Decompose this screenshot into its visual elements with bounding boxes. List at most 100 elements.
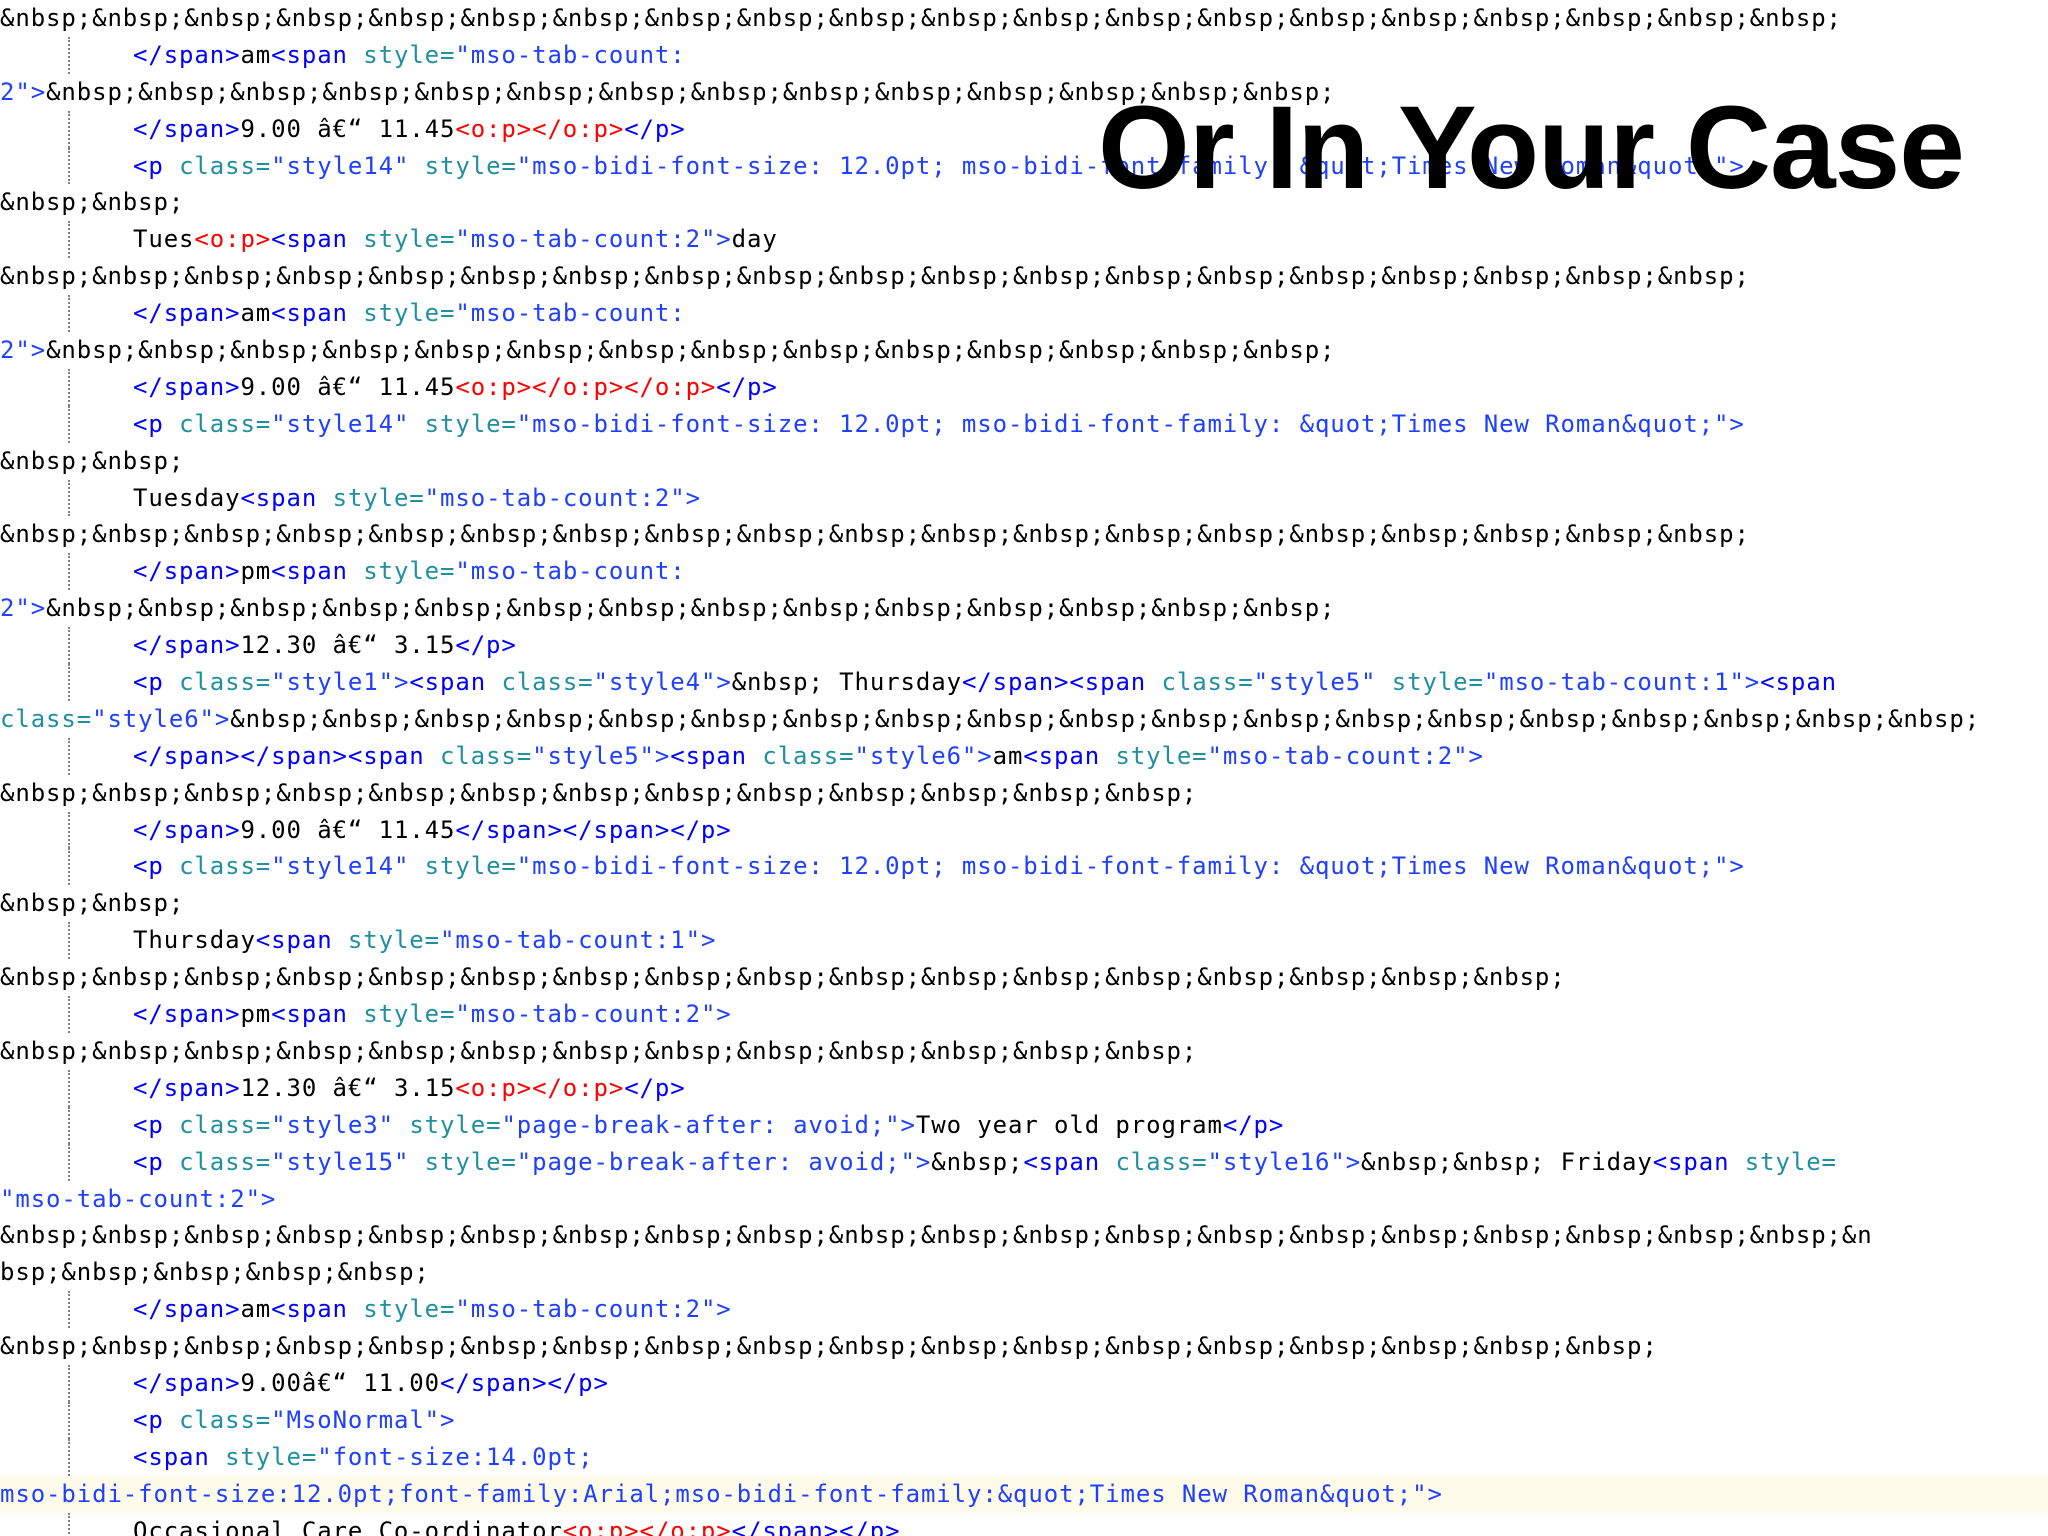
code-line[interactable]: </span>am<span style="mso-tab-count:2"> (0, 1291, 2048, 1329)
code-token: </p> (716, 372, 778, 401)
code-line-text: 2">&nbsp;&nbsp;&nbsp;&nbsp;&nbsp;&nbsp;&… (0, 336, 1335, 364)
code-line[interactable]: &nbsp;&nbsp;&nbsp;&nbsp;&nbsp;&nbsp;&nbs… (0, 258, 2048, 295)
code-token: "mso-bidi-font-size: 12.0pt; mso-bidi-fo… (516, 852, 1745, 881)
code-line[interactable]: </span>12.30 â€“ 3.15<o:p></o:p></p> (0, 1069, 2048, 1107)
code-token: class= (1161, 668, 1254, 697)
code-line[interactable]: &nbsp;&nbsp;&nbsp;&nbsp;&nbsp;&nbsp;&nbs… (0, 959, 2048, 996)
code-line-text: </span></span><span class="style5"><span… (0, 742, 1484, 770)
code-token: </span> (133, 372, 241, 401)
code-token: 2"> (0, 336, 47, 365)
code-token: </span> (133, 114, 241, 143)
code-line-text: </span>9.00â€“ 11.00</span></p> (0, 1369, 609, 1397)
indent-guide (68, 848, 70, 886)
code-token: 9.00 â€“ 11.45 (240, 114, 456, 143)
code-token: &nbsp;&nbsp;&nbsp;&nbsp;&nbsp;&nbsp;&nbs… (0, 1221, 1873, 1250)
code-line-text: </span>12.30 â€“ 3.15</p> (0, 631, 517, 659)
code-token: style= (363, 299, 456, 328)
code-line-current[interactable]: mso-bidi-font-size:12.0pt;font-family:Ar… (0, 1475, 2048, 1513)
code-token: &nbsp;&nbsp; Friday (1361, 1147, 1653, 1176)
code-token: class= (179, 668, 272, 697)
code-token: style= (409, 1110, 502, 1139)
code-token: &nbsp;&nbsp;&nbsp;&nbsp;&nbsp;&nbsp;&nbs… (0, 963, 1566, 992)
indent-guide (68, 147, 70, 185)
code-line[interactable]: 2">&nbsp;&nbsp;&nbsp;&nbsp;&nbsp;&nbsp;&… (0, 332, 2048, 369)
code-line[interactable]: </span>am<span style="mso-tab-count: (0, 295, 2048, 333)
code-line-text: &nbsp;&nbsp;&nbsp;&nbsp;&nbsp;&nbsp;&nbs… (0, 779, 1197, 807)
indent-guide (68, 1143, 70, 1181)
code-token: <span (271, 1295, 364, 1324)
code-line[interactable]: </span>pm<span style="mso-tab-count: (0, 553, 2048, 591)
code-line[interactable]: class="style6">&nbsp;&nbsp;&nbsp;&nbsp;&… (0, 701, 2048, 738)
code-line-text: <span style="font-size:14.0pt; (0, 1443, 594, 1471)
code-line[interactable]: <p class="style14" style="mso-bidi-font-… (0, 405, 2048, 443)
code-line[interactable]: &nbsp;&nbsp;&nbsp;&nbsp;&nbsp;&nbsp;&nbs… (0, 516, 2048, 553)
code-line[interactable]: <p class="style15" style="page-break-aft… (0, 1143, 2048, 1181)
code-token: </span> (133, 1073, 241, 1102)
code-line[interactable]: </span></span><span class="style5"><span… (0, 737, 2048, 775)
indent-guide (68, 664, 70, 701)
indent-guide (68, 221, 70, 259)
code-token: Tues (133, 225, 195, 254)
code-line[interactable]: &nbsp;&nbsp;&nbsp;&nbsp;&nbsp;&nbsp;&nbs… (0, 1217, 2048, 1254)
code-token: am (992, 741, 1024, 770)
code-token: "style5"> (532, 741, 671, 770)
code-token: Two year old program (915, 1110, 1223, 1139)
indent-guide (68, 1106, 70, 1144)
code-editor-viewport[interactable]: &nbsp;&nbsp;&nbsp;&nbsp;&nbsp;&nbsp;&nbs… (0, 0, 2048, 1536)
code-line[interactable]: </span>9.00 â€“ 11.45<o:p></o:p></o:p></… (0, 368, 2048, 406)
code-token: &nbsp;&nbsp;&nbsp;&nbsp;&nbsp;&nbsp;&nbs… (0, 1332, 1658, 1361)
code-token: style= (424, 151, 517, 180)
indent-guide (68, 922, 70, 960)
code-line[interactable]: 2">&nbsp;&nbsp;&nbsp;&nbsp;&nbsp;&nbsp;&… (0, 590, 2048, 627)
code-line[interactable]: &nbsp;&nbsp;&nbsp;&nbsp;&nbsp;&nbsp;&nbs… (0, 1328, 2048, 1365)
code-token: <span (271, 1000, 364, 1029)
code-line[interactable]: <p class="style3" style="page-break-afte… (0, 1106, 2048, 1144)
code-token: </span><span (961, 668, 1162, 697)
code-line[interactable]: Tuesday<span style="mso-tab-count:2"> (0, 479, 2048, 517)
code-line-text: &nbsp;&nbsp;&nbsp;&nbsp;&nbsp;&nbsp;&nbs… (0, 963, 1566, 991)
code-token: </span> (133, 299, 241, 328)
indent-guide (68, 36, 70, 74)
code-line[interactable]: <p class="style14" style="mso-bidi-font-… (0, 848, 2048, 886)
code-token: <span (271, 225, 364, 254)
html-source-code[interactable]: &nbsp;&nbsp;&nbsp;&nbsp;&nbsp;&nbsp;&nbs… (0, 0, 2048, 1536)
code-token: style= (424, 1147, 517, 1176)
code-line[interactable]: &nbsp;&nbsp;&nbsp;&nbsp;&nbsp;&nbsp;&nbs… (0, 775, 2048, 812)
code-token: 9.00 â€“ 11.45 (240, 372, 456, 401)
code-line-text: &nbsp;&nbsp;&nbsp;&nbsp;&nbsp;&nbsp;&nbs… (0, 1037, 1197, 1065)
code-line[interactable]: </span>12.30 â€“ 3.15</p> (0, 627, 2048, 665)
code-token: class= (179, 409, 272, 438)
code-line[interactable]: &nbsp;&nbsp;&nbsp;&nbsp;&nbsp;&nbsp;&nbs… (0, 1033, 2048, 1070)
code-token: <span (271, 40, 364, 69)
code-line[interactable]: <p class="style1"><span class="style4">&… (0, 664, 2048, 701)
code-line[interactable]: Thursday<span style="mso-tab-count:1"> (0, 922, 2048, 960)
indent-guide (68, 1438, 70, 1476)
code-line[interactable]: &nbsp;&nbsp; (0, 443, 2048, 480)
code-token: <o:p></o:p> (455, 114, 625, 143)
code-token: "page-break-after: avoid;"> (501, 1110, 916, 1139)
code-token: 9.00 â€“ 11.45 (240, 815, 456, 844)
code-line[interactable]: "mso-tab-count:2"> (0, 1181, 2048, 1218)
code-line[interactable]: </span>am<span style="mso-tab-count: (0, 36, 2048, 74)
indent-guide (68, 368, 70, 406)
code-token: class= (179, 1147, 272, 1176)
code-token: "mso-bidi-font-size: 12.0pt; mso-bidi-fo… (516, 409, 1745, 438)
code-line[interactable]: </span>9.00 â€“ 11.45</span></span></p> (0, 811, 2048, 849)
code-line[interactable]: </span>pm<span style="mso-tab-count:2"> (0, 996, 2048, 1033)
code-line-text: </span>am<span style="mso-tab-count: (0, 299, 686, 327)
code-token: <span (1023, 1147, 1116, 1176)
code-line[interactable]: <p class="MsoNormal"> (0, 1401, 2048, 1439)
code-line[interactable]: Tues<o:p><span style="mso-tab-count:2">d… (0, 221, 2048, 259)
code-line-text: bsp;&nbsp;&nbsp;&nbsp;&nbsp; (0, 1258, 430, 1286)
code-token: &nbsp;&nbsp;&nbsp;&nbsp;&nbsp;&nbsp;&nbs… (46, 594, 1336, 623)
code-line[interactable]: <span style="font-size:14.0pt; (0, 1438, 2048, 1476)
code-line[interactable]: </span>9.00â€“ 11.00</span></p> (0, 1364, 2048, 1402)
code-line[interactable]: Occasional Care Co-ordinator<o:p></o:p><… (0, 1512, 2048, 1536)
code-token: "mso-tab-count:2"> (0, 1184, 277, 1213)
code-line[interactable]: &nbsp;&nbsp; (0, 885, 2048, 922)
code-token: </span> (133, 631, 241, 660)
code-token: </span></p> (731, 1516, 901, 1536)
code-line[interactable]: bsp;&nbsp;&nbsp;&nbsp;&nbsp; (0, 1254, 2048, 1291)
code-token: <o:p> (194, 225, 272, 254)
code-line[interactable]: &nbsp;&nbsp;&nbsp;&nbsp;&nbsp;&nbsp;&nbs… (0, 0, 2048, 37)
